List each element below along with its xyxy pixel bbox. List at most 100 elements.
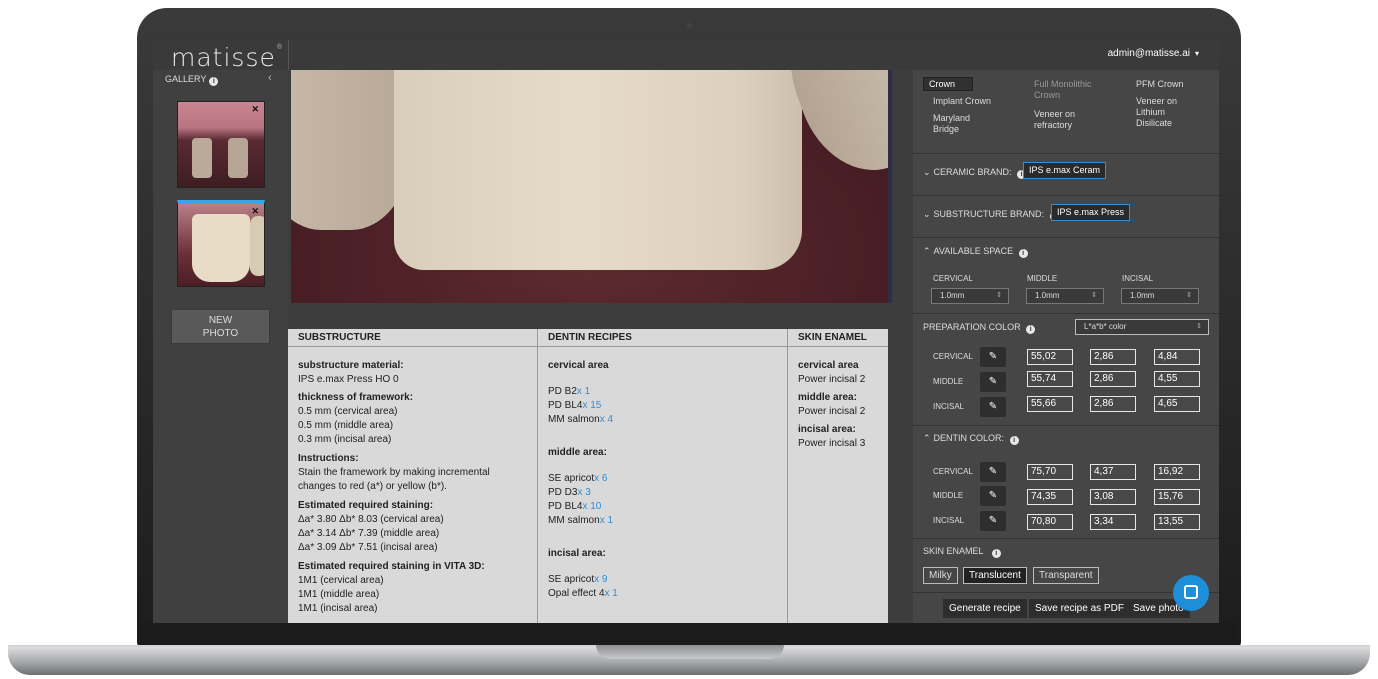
- recipe-text: Δa* 3.80 Δb* 8.03 (cervical area): [298, 514, 444, 525]
- dentin-a-input[interactable]: 4,37: [1090, 464, 1136, 480]
- new-photo-label: NEW: [208, 315, 233, 326]
- caret-down-icon: ▾: [1194, 49, 1199, 58]
- dentin-b-input[interactable]: 15,76: [1154, 489, 1200, 505]
- chevron-down-icon: ⌄: [923, 209, 931, 219]
- new-photo-button[interactable]: NEW PHOTO: [171, 309, 270, 344]
- restoration-crown[interactable]: Crown: [923, 77, 973, 91]
- prep-b-input[interactable]: 4,65: [1154, 396, 1200, 412]
- prep-l-input[interactable]: 55,66: [1027, 396, 1073, 412]
- recipe-line: PD BL4x 15: [548, 400, 602, 411]
- dentin-b-input[interactable]: 13,55: [1154, 514, 1200, 530]
- dentin-a-input[interactable]: 3,08: [1090, 489, 1136, 505]
- chat-button[interactable]: [1173, 575, 1209, 611]
- gallery-thumbnail[interactable]: ✕: [177, 101, 265, 188]
- restoration-pfm-crown[interactable]: PFM Crown: [1136, 79, 1184, 90]
- space-middle-label: MIDDLE: [1027, 274, 1058, 283]
- user-menu[interactable]: admin@matisse.ai ▾: [1108, 48, 1199, 59]
- substructure-brand-label[interactable]: ⌄SUBSTRUCTURE BRAND: i: [923, 209, 1059, 221]
- recipe-text: Δa* 3.14 Δb* 7.39 (middle area): [298, 528, 440, 539]
- eyedropper-icon[interactable]: ✎: [980, 347, 1006, 367]
- prep-b-input[interactable]: 4,55: [1154, 371, 1200, 387]
- ceramic-brand-label[interactable]: ⌄ CERAMIC BRAND: i: [923, 167, 1027, 179]
- close-icon[interactable]: ✕: [251, 206, 259, 217]
- generate-recipe-button[interactable]: Generate recipe: [943, 599, 1027, 618]
- spacer: [288, 303, 888, 329]
- logo-mark: ®: [275, 43, 284, 51]
- column-header: SUBSTRUCTURE: [288, 329, 537, 347]
- section-label: Instructions:: [298, 453, 359, 464]
- space-middle-select[interactable]: 1.0mm ⇕: [1026, 288, 1104, 304]
- restoration-full-monolithic[interactable]: Full Monolithic Crown: [1034, 79, 1092, 101]
- dentin-b-input[interactable]: 16,92: [1154, 464, 1200, 480]
- dentin-a-input[interactable]: 3,34: [1090, 514, 1136, 530]
- gallery-thumbnail-selected[interactable]: ✕: [177, 200, 265, 287]
- info-icon: i: [991, 549, 1001, 558]
- collapse-icon[interactable]: ‹: [268, 72, 272, 84]
- recipe-table: SUBSTRUCTURE substructure material: IPS …: [288, 329, 888, 623]
- dentin-l-input[interactable]: 74,35: [1027, 489, 1073, 505]
- enamel-transparent-button[interactable]: Transparent: [1033, 567, 1099, 584]
- thumbnail-image: [228, 138, 248, 178]
- prep-a-input[interactable]: 2,86: [1090, 371, 1136, 387]
- dentin-row-label: INCISAL: [933, 516, 965, 525]
- ceramic-brand-section: ⌄ CERAMIC BRAND: i IPS e.max Ceram: [913, 154, 1219, 196]
- dentin-color-label[interactable]: ⌃ DENTIN COLOR: i: [923, 433, 1019, 445]
- eyedropper-icon[interactable]: ✎: [980, 372, 1006, 392]
- new-photo-label: PHOTO: [202, 328, 239, 339]
- eyedropper-icon[interactable]: ✎: [980, 397, 1006, 417]
- prep-a-input[interactable]: 2,86: [1090, 349, 1136, 365]
- color-mode-select[interactable]: L*a*b* color ⇕: [1075, 319, 1209, 335]
- ceramic-brand-select[interactable]: IPS e.max Ceram: [1023, 162, 1107, 179]
- info-icon: i: [1026, 325, 1036, 334]
- restoration-veneer-refractory[interactable]: Veneer on refractory: [1034, 109, 1075, 131]
- prep-a-input[interactable]: 2,86: [1090, 396, 1136, 412]
- close-icon[interactable]: ✕: [251, 104, 259, 115]
- laptop-chin: [141, 623, 1237, 645]
- eyedropper-icon[interactable]: ✎: [980, 511, 1006, 531]
- available-space-label[interactable]: ⌃ AVAILABLE SPACE i: [923, 246, 1028, 258]
- dentin-row-label: CERVICAL: [933, 467, 973, 476]
- recipe-text: 1M1 (middle area): [298, 589, 380, 600]
- eyedropper-icon[interactable]: ✎: [980, 462, 1006, 482]
- panel-gap: [892, 70, 913, 623]
- recipe-line: MM salmonx 4: [548, 414, 614, 425]
- space-cervical-select[interactable]: 1.0mm ⇕: [931, 288, 1009, 304]
- dentin-l-input[interactable]: 75,70: [1027, 464, 1073, 480]
- prep-b-input[interactable]: 4,84: [1154, 349, 1200, 365]
- tooth-photo[interactable]: [291, 70, 888, 303]
- info-icon: i: [1018, 249, 1028, 258]
- photo-tooth: [394, 70, 802, 270]
- save-pdf-button[interactable]: Save recipe as PDF: [1029, 599, 1130, 618]
- chevron-up-icon: ⌃: [923, 433, 931, 443]
- info-icon[interactable]: i: [209, 77, 219, 86]
- enamel-translucent-button[interactable]: Translucent: [963, 567, 1027, 584]
- chevron-down-icon: ⌄: [923, 167, 931, 177]
- prep-l-input[interactable]: 55,74: [1027, 371, 1073, 387]
- dentin-column: DENTIN RECIPES cervical area PD B2x 1 PD…: [538, 329, 788, 623]
- matisse-logo[interactable]: matisse®: [171, 43, 284, 72]
- select-arrows-icon: ⇕: [1091, 292, 1097, 299]
- section-label: incisal area:: [798, 424, 856, 435]
- thumbnail-image: [250, 216, 264, 276]
- space-incisal-select[interactable]: 1.0mm ⇕: [1121, 288, 1199, 304]
- restoration-implant-crown[interactable]: Implant Crown: [933, 96, 991, 107]
- restoration-type-section: Crown Implant Crown Maryland Bridge Full …: [913, 70, 1219, 154]
- prep-l-input[interactable]: 55,02: [1027, 349, 1073, 365]
- select-arrows-icon: ⇕: [1196, 323, 1202, 330]
- restoration-veneer-lithium[interactable]: Veneer on Lithium Disilicate: [1136, 96, 1177, 129]
- eyedropper-icon[interactable]: ✎: [980, 486, 1006, 506]
- enamel-milky-button[interactable]: Milky: [923, 567, 958, 584]
- restoration-maryland-bridge[interactable]: Maryland Bridge: [933, 113, 970, 135]
- chat-icon: [1184, 585, 1198, 599]
- topbar-divider: [288, 40, 289, 70]
- available-space-section: ⌃ AVAILABLE SPACE i CERVICAL MIDDLE INCIS…: [913, 238, 1219, 314]
- laptop-notch: [596, 645, 784, 659]
- preparation-color-label: PREPARATION COLOR i: [923, 322, 1036, 334]
- recipe-text: changes to red (a*) or yellow (b*).: [298, 481, 447, 492]
- prep-row-label: CERVICAL: [933, 352, 973, 361]
- dentin-l-input[interactable]: 70,80: [1027, 514, 1073, 530]
- substructure-brand-select[interactable]: IPS e.max Press: [1051, 204, 1131, 221]
- recipe-text: Power incisal 3: [798, 438, 866, 449]
- recipe-text: 0.3 mm (incisal area): [298, 434, 392, 445]
- preparation-color-section: PREPARATION COLOR i L*a*b* color ⇕ CERVIC…: [913, 314, 1219, 426]
